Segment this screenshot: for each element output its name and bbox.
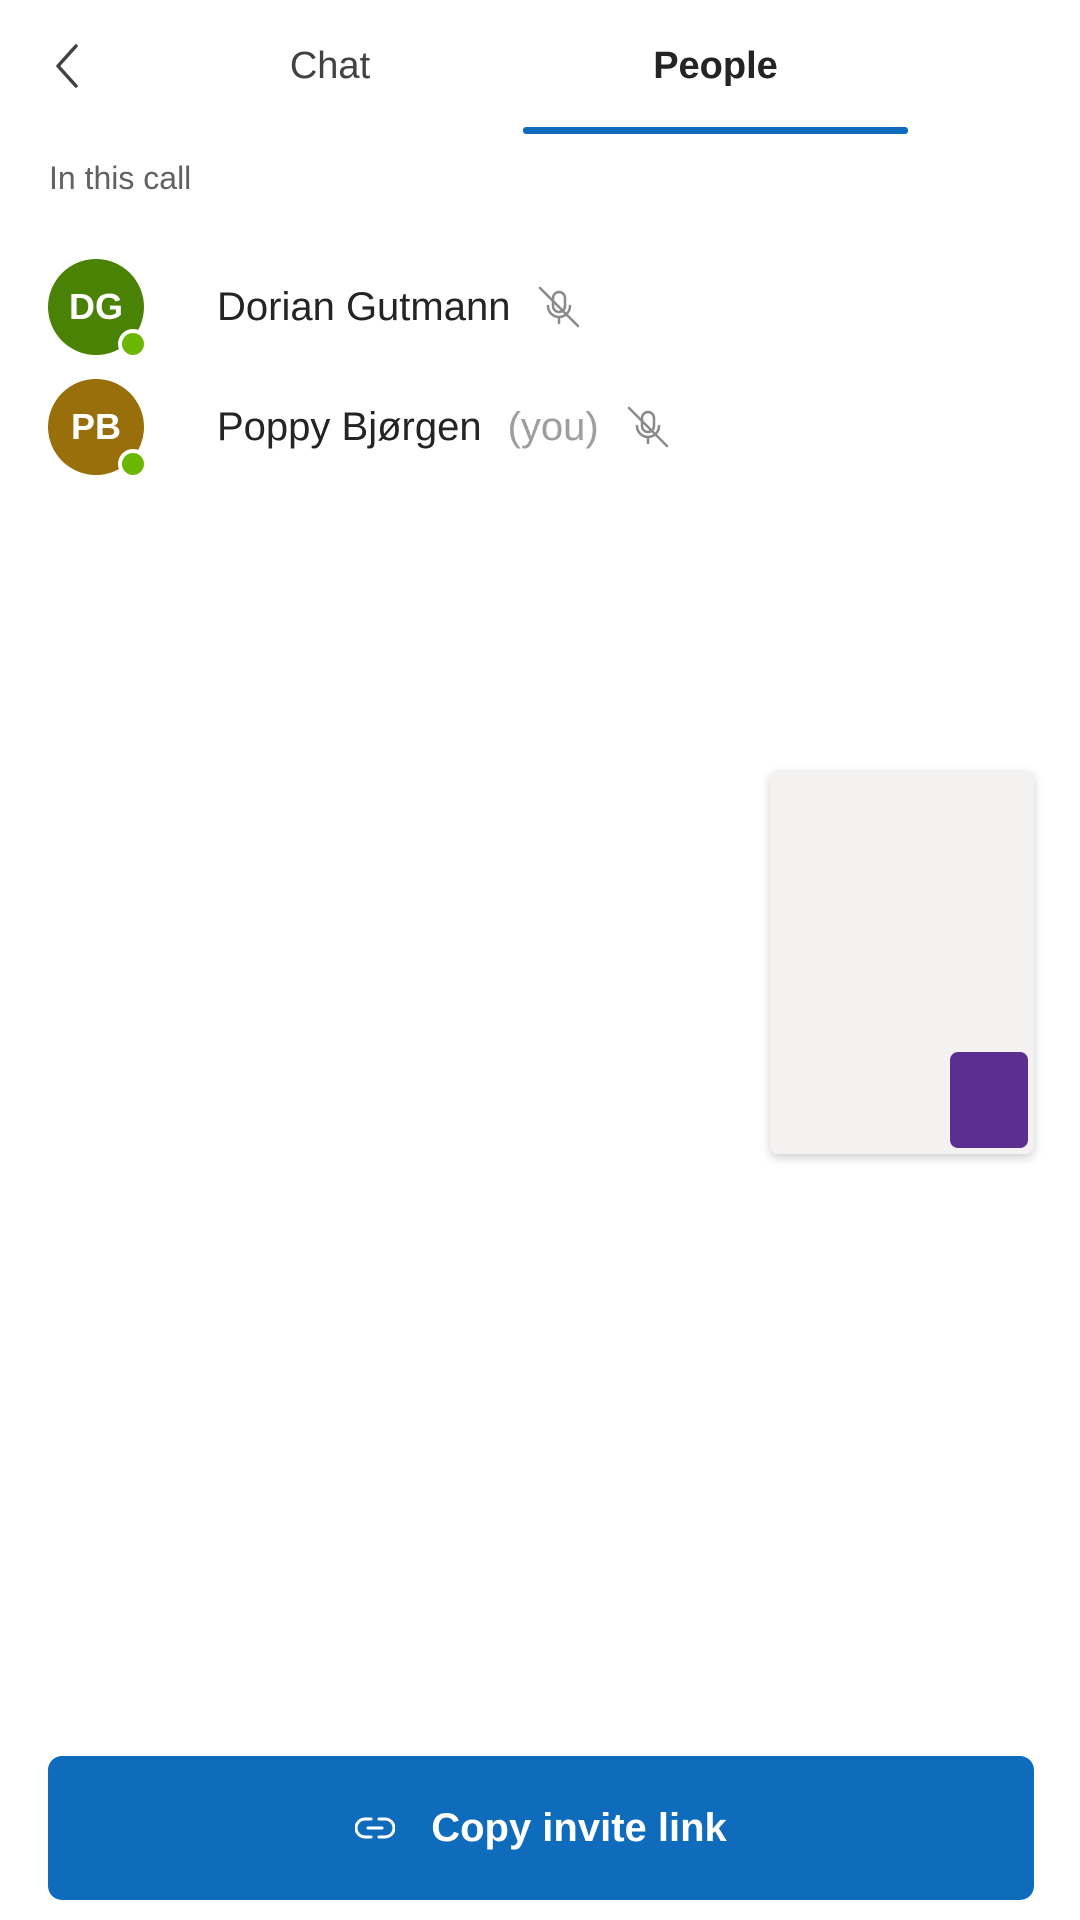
tab-chat[interactable]: Chat bbox=[230, 36, 430, 96]
participant-name: Dorian Gutmann bbox=[217, 284, 511, 329]
back-button[interactable] bbox=[44, 38, 94, 94]
participant-name: Poppy Bjørgen bbox=[217, 404, 482, 449]
mic-off-icon bbox=[539, 286, 580, 328]
section-title: In this call bbox=[49, 160, 192, 196]
presence-available-icon bbox=[118, 449, 148, 479]
selected-tab-indicator bbox=[523, 127, 908, 134]
video-preview-tile[interactable] bbox=[770, 770, 1034, 1154]
participant-row[interactable]: PB Poppy Bjørgen (you) bbox=[48, 378, 671, 479]
avatar: PB bbox=[48, 379, 148, 479]
self-view-thumbnail bbox=[950, 1052, 1028, 1148]
mic-off-icon bbox=[627, 406, 668, 448]
avatar-initials: DG bbox=[69, 286, 123, 327]
copy-invite-link-label: Copy invite link bbox=[431, 1805, 727, 1850]
you-label: (you) bbox=[507, 404, 599, 449]
avatar-initials: PB bbox=[70, 406, 121, 447]
copy-invite-link-button[interactable]: Copy invite link bbox=[48, 1756, 1034, 1900]
participant-row[interactable]: DG Dorian Gutmann bbox=[48, 258, 582, 359]
avatar: DG bbox=[48, 259, 148, 359]
link-icon bbox=[355, 1817, 396, 1839]
chevron-left-icon bbox=[56, 44, 78, 88]
presence-available-icon bbox=[118, 329, 148, 359]
tab-people[interactable]: People bbox=[523, 36, 908, 96]
